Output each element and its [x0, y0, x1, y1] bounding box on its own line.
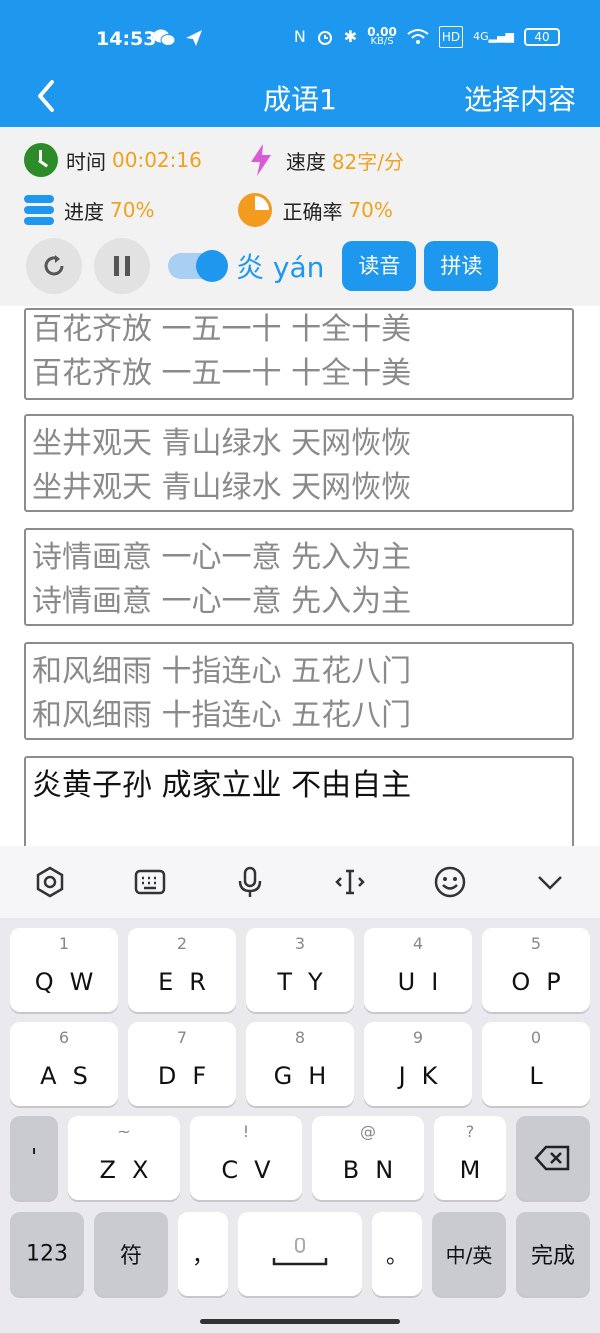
alarm-icon: [317, 31, 332, 45]
keyboard-toolbar: [0, 846, 600, 918]
key-cv[interactable]: ! CV: [190, 1116, 302, 1200]
accuracy-value: 70%: [348, 198, 393, 222]
box-3-line-2: 诗情画意 一心一意 先入为主: [32, 584, 412, 619]
box-2-line-1: 坐井观天 青山绿水 天网恢恢: [32, 426, 412, 461]
accuracy-label: 正确率: [282, 199, 343, 224]
pause-button[interactable]: [94, 238, 150, 294]
key-m[interactable]: ? M: [434, 1116, 506, 1200]
key-ty[interactable]: 3 TY: [246, 928, 354, 1012]
key-123[interactable]: 123: [10, 1212, 84, 1296]
status-left-icons: [152, 28, 204, 48]
practice-box-4[interactable]: 和风细雨 十指连心 五花八门 和风细雨 十指连心 五花八门: [24, 642, 574, 740]
signal-icon: 4G▂▄▆: [473, 30, 514, 43]
wifi-icon: [407, 29, 429, 44]
box-1-line-2: 百花齐放 一五一十 十全十美: [32, 356, 412, 391]
backspace-icon: [534, 1145, 570, 1171]
box-2-line-2: 坐井观天 青山绿水 天网恢恢: [32, 470, 412, 505]
bluetooth-icon: ✱: [343, 27, 358, 46]
lightning-icon: [250, 144, 271, 176]
clock-icon: [24, 143, 58, 177]
wechat-icon: [153, 29, 176, 46]
key-period[interactable]: 。: [372, 1212, 422, 1296]
time-label: 时间: [66, 149, 106, 174]
key-gh[interactable]: 8 GH: [246, 1022, 354, 1106]
pause-icon: [114, 256, 130, 276]
backspace-key[interactable]: [516, 1116, 590, 1200]
key-zx[interactable]: ~ ZX: [68, 1116, 180, 1200]
key-df[interactable]: 7 DF: [128, 1022, 236, 1106]
language-switch-key[interactable]: 中/英: [432, 1212, 506, 1296]
select-content-button[interactable]: 选择内容: [464, 78, 576, 118]
hd-badge: HD: [438, 26, 464, 48]
pinyin-button[interactable]: 拼读: [424, 241, 499, 291]
paper-plane-icon: [186, 30, 202, 46]
microphone-icon[interactable]: [233, 865, 267, 899]
key-apostrophe[interactable]: ': [10, 1116, 58, 1200]
settings-hexagon-icon[interactable]: [33, 865, 67, 899]
time-value: 00:02:16: [112, 148, 202, 172]
practice-area: 百花齐放 一五一十 十全十美 百花齐放 一五一十 十全十美 坐井观天 青山绿水 …: [0, 306, 600, 846]
space-key[interactable]: [238, 1212, 362, 1296]
status-bar: 14:53 N ✱ 0.00 KB/S HD 4G▂▄▆ 40: [0, 0, 600, 72]
key-as[interactable]: 6 AS: [10, 1022, 118, 1106]
practice-box-5[interactable]: 炎黄子孙 成家立业 不由自主: [24, 756, 574, 846]
box-4-line-1: 和风细雨 十指连心 五花八门: [32, 654, 412, 689]
audio-toggle[interactable]: [168, 250, 228, 282]
key-er[interactable]: 2 ER: [128, 928, 236, 1012]
practice-box-2[interactable]: 坐井观天 青山绿水 天网恢恢 坐井观天 青山绿水 天网恢恢: [24, 414, 574, 512]
practice-box-3[interactable]: 诗情画意 一心一意 先入为主 诗情画意 一心一意 先入为主: [24, 528, 574, 626]
key-symbols[interactable]: 符: [94, 1212, 168, 1296]
stats-row-1: 时间 00:02:16 速度 82字/分: [24, 143, 404, 177]
progress-icon: [24, 195, 54, 225]
space-mic-icon: [272, 1238, 328, 1266]
key-ui[interactable]: 4 UI: [364, 928, 472, 1012]
key-bn[interactable]: @ BN: [312, 1116, 424, 1200]
cursor-move-icon[interactable]: [333, 865, 367, 899]
box-1-line-1: 百花齐放 一五一十 十全十美: [32, 312, 412, 347]
box-4-line-2: 和风细雨 十指连心 五花八门: [32, 698, 412, 733]
net-speed: 0.00 KB/S: [367, 25, 397, 47]
progress-value: 70%: [110, 198, 155, 222]
refresh-icon: [44, 255, 64, 276]
key-l[interactable]: 0L: [482, 1022, 590, 1106]
collapse-keyboard-icon[interactable]: [533, 865, 567, 899]
done-key[interactable]: 完成: [516, 1212, 590, 1296]
top-bar: 14:53 N ✱ 0.00 KB/S HD 4G▂▄▆ 40 成语1 选择内容: [0, 0, 600, 127]
keyboard: 1 QW 2 ER 3 TY 4 UI 5 OP 6 AS 7 DF 8 GH 9 JK 0L '…: [0, 846, 600, 1333]
nfc-icon: N: [293, 27, 306, 46]
stats-row-2: 进度 70% 正确率 70%: [24, 193, 393, 227]
battery-icon: 40: [524, 28, 560, 46]
progress-label: 进度: [64, 199, 104, 224]
emoji-icon[interactable]: [433, 865, 467, 899]
controls-row: 炎 yán 读音 拼读: [26, 236, 499, 296]
speed-value: 82字/分: [331, 149, 405, 174]
key-op[interactable]: 5 OP: [482, 928, 590, 1012]
status-time: 14:53: [96, 28, 157, 50]
box-3-line-1: 诗情画意 一心一意 先入为主: [32, 540, 412, 575]
refresh-button[interactable]: [26, 238, 82, 294]
key-jk[interactable]: 9 JK: [364, 1022, 472, 1106]
home-indicator[interactable]: [200, 1319, 400, 1324]
key-comma[interactable]: ，: [178, 1212, 228, 1296]
key-qw[interactable]: 1 QW: [10, 928, 118, 1012]
speed-label: 速度: [285, 149, 326, 174]
keyboard-icon[interactable]: [133, 865, 167, 899]
status-right-icons: N ✱ 0.00 KB/S HD 4G▂▄▆ 40: [294, 26, 560, 48]
current-character: 炎 yán: [236, 251, 325, 284]
read-button[interactable]: 读音: [342, 241, 417, 291]
app-bar: 成语1 选择内容: [0, 72, 600, 127]
practice-box-1[interactable]: 百花齐放 一五一十 十全十美 百花齐放 一五一十 十全十美: [24, 308, 574, 400]
box-5-line-1: 炎黄子孙 成家立业 不由自主: [32, 768, 412, 803]
pie-chart-icon: [238, 193, 273, 227]
